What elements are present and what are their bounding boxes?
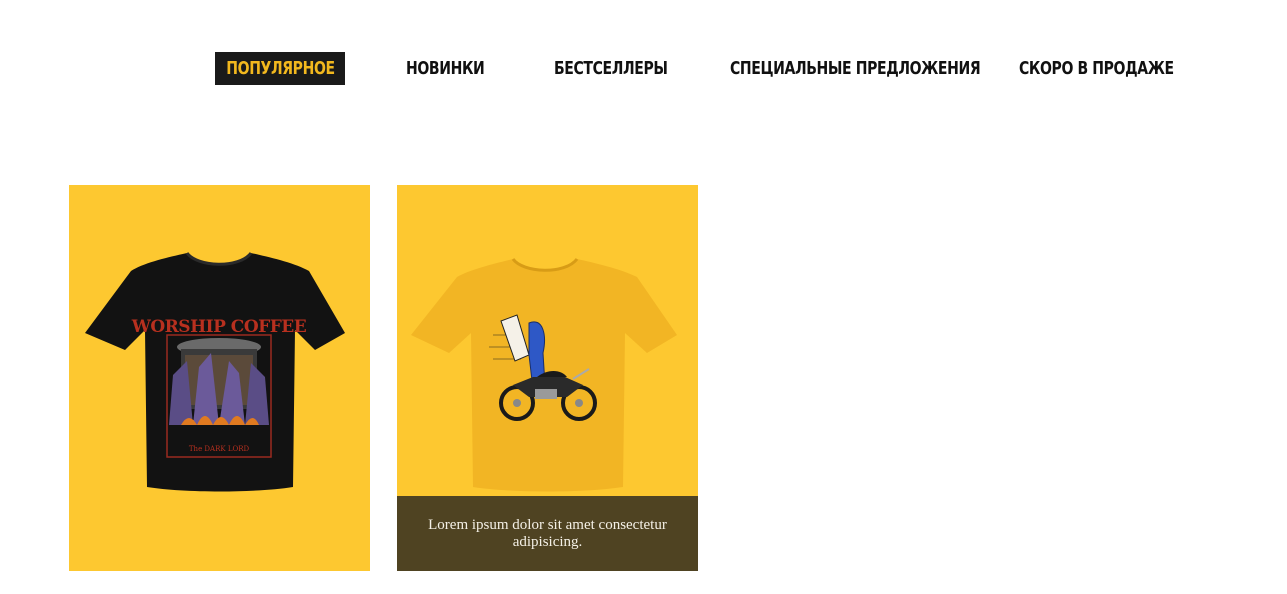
product-card[interactable]: WORSHIP COFFEE The DARK LORD <box>69 185 370 571</box>
product-card[interactable]: Lorem ipsum dolor sit amet consectetur a… <box>397 185 698 571</box>
tab-bestsellers[interactable]: БЕСТСЕЛЛЕРЫ <box>554 52 668 85</box>
tab-new[interactable]: НОВИНКИ <box>406 52 485 85</box>
print-subtitle: The DARK LORD <box>189 445 250 453</box>
product-caption-overlay: Lorem ipsum dolor sit amet consectetur a… <box>397 496 698 571</box>
tab-coming-soon[interactable]: СКОРО В ПРОДАЖЕ <box>1019 52 1174 85</box>
print-title: WORSHIP COFFEE <box>131 317 307 337</box>
black-tshirt-worship-coffee-icon: WORSHIP COFFEE The DARK LORD <box>85 251 345 492</box>
tab-special-offers[interactable]: СПЕЦИАЛЬНЫЕ ПРЕДЛОЖЕНИЯ <box>730 52 981 85</box>
product-caption: Lorem ipsum dolor sit amet consectetur a… <box>428 516 667 550</box>
tab-popular-label: ПОПУЛЯРНОЕ <box>225 58 335 79</box>
tab-popular[interactable]: ПОПУЛЯРНОЕ <box>215 52 345 85</box>
category-tabs: ПОПУЛЯРНОЕ НОВИНКИ БЕСТСЕЛЛЕРЫ СПЕЦИАЛЬН… <box>0 0 1287 120</box>
